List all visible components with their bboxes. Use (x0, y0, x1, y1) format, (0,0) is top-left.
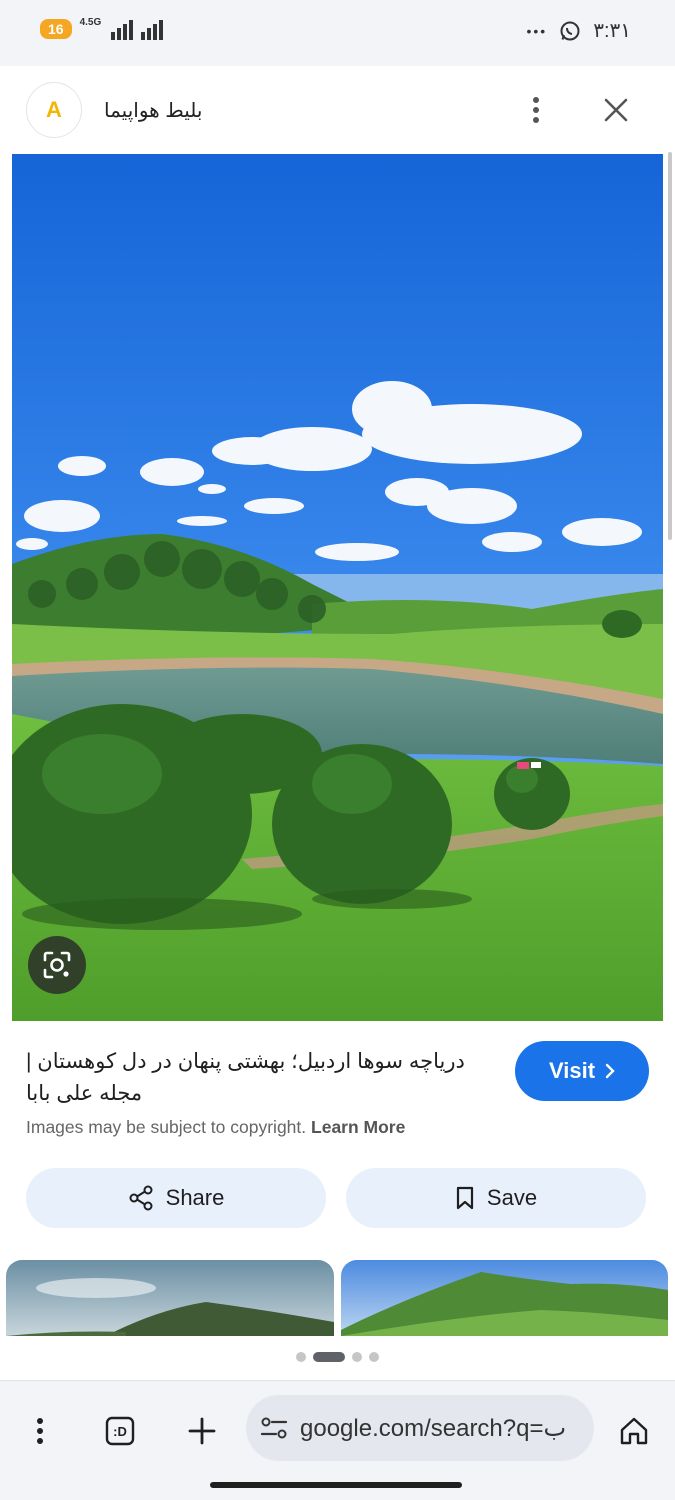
address-bar[interactable]: google.com/search?q=ب (246, 1395, 594, 1461)
more-notifications-icon: ••• (526, 22, 548, 39)
copyright-notice: Images may be subject to copyright. Lear… (26, 1117, 405, 1138)
result-caption[interactable]: دریاچه سوها اردبیل؛ بهشتی پنهان در دل کو… (26, 1046, 496, 1110)
related-image-thumbnail[interactable] (341, 1260, 668, 1336)
carousel-dot[interactable] (296, 1352, 306, 1362)
gesture-home-indicator[interactable] (210, 1482, 462, 1488)
more-vert-icon (533, 97, 539, 123)
tab-switcher-button[interactable]: :D (98, 1409, 142, 1453)
new-tab-button[interactable] (180, 1409, 224, 1453)
google-lens-button[interactable] (28, 936, 86, 994)
related-image-thumbnail[interactable] (6, 1260, 334, 1336)
whatsapp-icon (560, 21, 580, 40)
lake-landscape-image (12, 154, 663, 1021)
plus-icon (188, 1417, 216, 1445)
source-header: A بلیط هواپیما (0, 66, 675, 154)
close-icon (604, 98, 628, 122)
url-text: google.com/search?q=ب (300, 1414, 567, 1442)
network-type-label: 4.5G (79, 16, 102, 28)
carousel-dot-active[interactable] (313, 1352, 345, 1362)
thumbnail-image (341, 1260, 668, 1336)
visit-button[interactable]: Visit (515, 1041, 649, 1101)
tab-icon-label: :D (113, 1423, 127, 1439)
site-settings-icon (260, 1417, 288, 1439)
chevron-right-icon (605, 1063, 615, 1079)
carousel-dot[interactable] (352, 1352, 362, 1362)
share-icon (129, 1185, 153, 1211)
share-button[interactable]: Share (26, 1168, 326, 1228)
notification-count-badge: 16 (40, 19, 72, 39)
learn-more-link[interactable]: Learn More (311, 1117, 405, 1137)
close-button[interactable] (598, 92, 634, 128)
preview-image[interactable] (12, 154, 663, 1021)
home-button[interactable] (612, 1409, 656, 1453)
bookmark-icon (456, 1186, 474, 1210)
status-bar: 16 4.5G ••• ۳:۳۱ (0, 0, 675, 66)
logo-letter: A (46, 97, 62, 122)
browser-menu-button[interactable] (18, 1409, 62, 1453)
signal-strength-icon (111, 20, 164, 40)
save-button[interactable]: Save (346, 1168, 646, 1228)
clock-time: ۳:۳۱ (593, 20, 631, 42)
thumbnail-image (6, 1260, 334, 1336)
copyright-text: Images may be subject to copyright. (26, 1117, 307, 1137)
save-label: Save (486, 1185, 538, 1210)
home-icon (620, 1417, 648, 1445)
visit-label: Visit (548, 1058, 596, 1083)
lens-icon (43, 951, 71, 979)
more-vert-icon (37, 1418, 43, 1444)
carousel-dot[interactable] (369, 1352, 379, 1362)
more-options-button[interactable] (520, 92, 552, 128)
page-scrollbar[interactable] (668, 152, 672, 540)
site-logo[interactable]: A (26, 82, 82, 138)
source-title[interactable]: بلیط هواپیما (104, 98, 202, 123)
share-label: Share (165, 1185, 225, 1210)
carousel-indicator (296, 1352, 379, 1362)
